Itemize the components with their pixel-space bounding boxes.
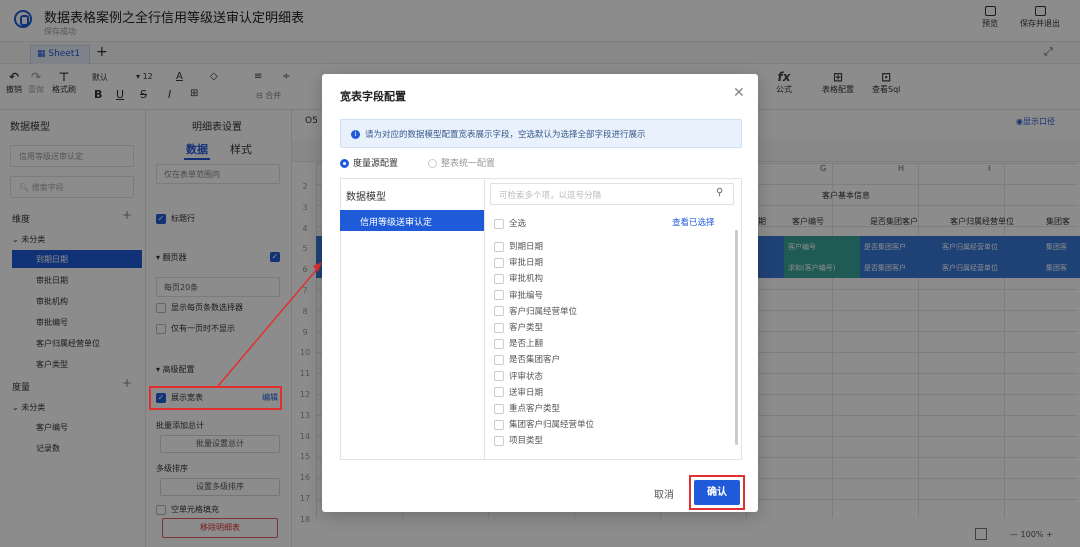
- confirm-button[interactable]: 确认: [694, 480, 740, 505]
- model-list-header: 数据模型: [346, 192, 386, 203]
- radio-checked-icon: [340, 159, 349, 168]
- checkbox-icon: [494, 241, 504, 252]
- field-checkbox[interactable]: 重点客户类型: [494, 402, 560, 414]
- radio-unified[interactable]: 整表统一配置: [428, 156, 495, 169]
- cancel-button[interactable]: 取消: [654, 486, 674, 501]
- info-icon: i: [351, 130, 360, 139]
- scrollbar[interactable]: [735, 230, 738, 445]
- checkbox-icon: [494, 354, 504, 365]
- info-banner: i 请为对应的数据模型配置宽表展示字段，空选默认为选择全部字段进行展示: [340, 119, 742, 148]
- field-checkbox[interactable]: 客户类型: [494, 321, 543, 333]
- field-checkbox[interactable]: 是否上翻: [494, 337, 543, 349]
- dialog-title: 宽表字段配置: [340, 90, 406, 103]
- field-checkbox[interactable]: 集团客户归属经营单位: [494, 418, 594, 430]
- checkbox-icon: [494, 419, 504, 430]
- view-selected-link[interactable]: 查看已选择: [672, 216, 715, 228]
- checkbox-icon: [494, 290, 504, 301]
- field-checkbox[interactable]: 项目类型: [494, 434, 543, 446]
- field-checkbox[interactable]: 审批编号: [494, 289, 543, 301]
- highlight-annotation: [149, 386, 282, 410]
- radio-by-measure[interactable]: 度量源配置: [340, 156, 398, 169]
- close-icon[interactable]: ✕: [733, 85, 745, 101]
- checkbox-icon: [494, 273, 504, 284]
- field-checkbox[interactable]: 审批日期: [494, 256, 543, 268]
- field-checkbox[interactable]: 到期日期: [494, 240, 543, 252]
- field-checkbox[interactable]: 客户归属经营单位: [494, 305, 577, 317]
- radio-icon: [428, 159, 437, 168]
- checkbox-icon: [494, 371, 504, 382]
- checkbox-icon: [494, 218, 504, 229]
- divider: [484, 178, 485, 460]
- field-checkbox[interactable]: 送审日期: [494, 386, 543, 398]
- checkbox-icon: [494, 322, 504, 333]
- checkbox-icon: [494, 306, 504, 317]
- field-search-input[interactable]: 可检索多个项，以逗号分隔: [490, 183, 734, 205]
- field-checkbox[interactable]: 是否集团客户: [494, 353, 560, 365]
- field-checkbox[interactable]: 审批机构: [494, 272, 543, 284]
- checkbox-icon: [494, 403, 504, 414]
- select-all-checkbox[interactable]: 全选: [494, 217, 526, 229]
- checkbox-icon: [494, 435, 504, 446]
- field-checkbox[interactable]: 评审状态: [494, 370, 543, 382]
- checkbox-icon: [494, 387, 504, 398]
- model-list-item[interactable]: 信用等级送审认定: [340, 210, 484, 231]
- checkbox-icon: [494, 257, 504, 268]
- checkbox-icon: [494, 338, 504, 349]
- search-icon[interactable]: ⚲: [716, 187, 723, 198]
